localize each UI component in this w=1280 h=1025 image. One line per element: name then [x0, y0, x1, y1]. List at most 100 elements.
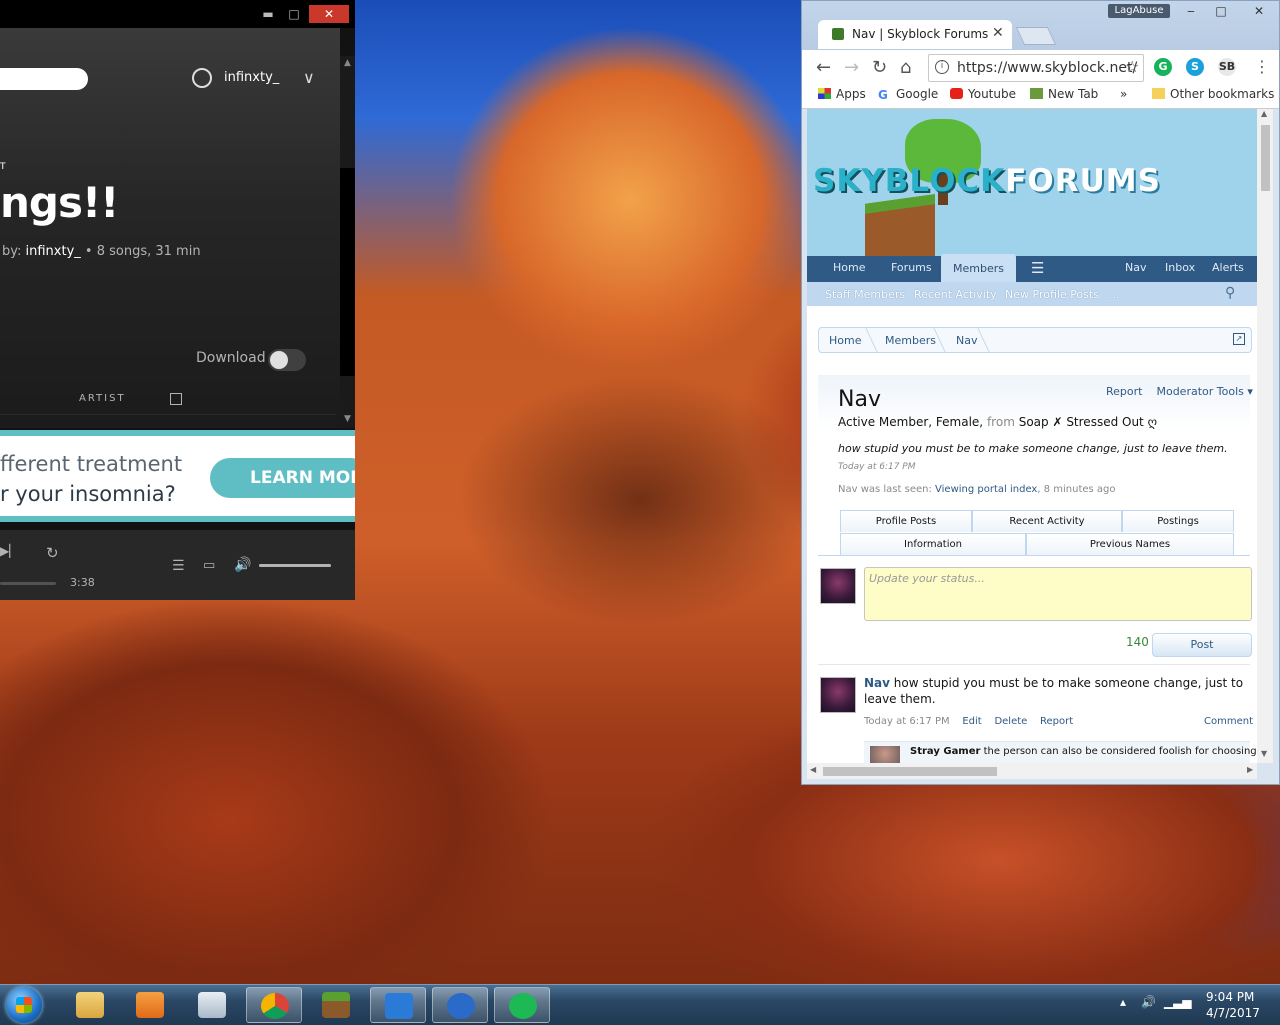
last-seen-activity[interactable]: Viewing portal index — [935, 484, 1037, 495]
download-toggle[interactable] — [268, 349, 306, 371]
nav-menu-icon[interactable]: ☰ — [1031, 256, 1044, 282]
nav-home[interactable]: Home — [833, 256, 865, 282]
scroll-down-icon[interactable]: ▼ — [340, 414, 355, 424]
tab-title[interactable]: Nav | Skyblock Forums — [852, 27, 988, 41]
new-tab-button[interactable] — [1015, 27, 1057, 45]
bookmark-google[interactable]: G Google — [878, 87, 938, 101]
bookmark-youtube[interactable]: Youtube — [950, 87, 1016, 101]
chevron-down-icon[interactable]: ▾ — [1247, 385, 1253, 398]
scroll-thumb[interactable] — [340, 168, 355, 376]
crumb-home[interactable]: Home — [829, 334, 861, 347]
crumb-members[interactable]: Members — [885, 334, 936, 347]
status-input[interactable]: Update your status... — [864, 567, 1252, 621]
taskbar-app-1[interactable] — [370, 987, 426, 1023]
sb-extension-icon[interactable]: SB — [1218, 58, 1236, 76]
devices-icon[interactable]: ▭ — [203, 558, 215, 573]
post-author[interactable]: Nav — [864, 676, 890, 690]
comment-avatar[interactable] — [870, 746, 900, 763]
volume-icon[interactable]: 🔊 — [234, 557, 251, 573]
grammarly-extension-icon[interactable]: G — [1154, 58, 1172, 76]
browser-tab[interactable]: Nav | Skyblock Forums ✕ — [818, 20, 1012, 49]
home-icon[interactable]: ⌂ — [900, 57, 911, 78]
search-input[interactable] — [0, 68, 88, 90]
close-button[interactable]: ✕ — [1246, 2, 1272, 20]
tab-postings[interactable]: Postings — [1122, 510, 1234, 532]
subnav-more[interactable]: ... — [1109, 288, 1120, 301]
horizontal-scrollbar[interactable]: ◀ ▶ — [807, 763, 1257, 779]
ad-banner[interactable]: fferent treatment r your insomnia? LEARN… — [0, 430, 355, 522]
nav-alerts[interactable]: Alerts — [1212, 256, 1244, 282]
minimize-button[interactable]: ▬ — [257, 5, 279, 23]
tab-recent-activity[interactable]: Recent Activity — [972, 510, 1122, 532]
system-tray[interactable]: ▴ 🔊 ▁▃▅ — [1120, 995, 1192, 1009]
subnav-new-profile-posts[interactable]: New Profile Posts — [1005, 288, 1099, 301]
taskbar-app-2[interactable] — [432, 987, 488, 1023]
bookmark-apps[interactable]: Apps — [818, 87, 866, 101]
nav-forums[interactable]: Forums — [891, 256, 932, 282]
popout-icon[interactable]: ↗ — [1233, 333, 1245, 345]
learn-more-button[interactable]: LEARN MORE — [210, 458, 355, 498]
bookmark-other[interactable]: Other bookmarks — [1152, 87, 1274, 101]
tab-profile-posts[interactable]: Profile Posts — [840, 510, 972, 532]
subnav-recent-activity[interactable]: Recent Activity — [914, 288, 997, 301]
forum-logo[interactable]: SKYBLOCKFORUMS — [813, 163, 1161, 199]
scroll-right-icon[interactable]: ▶ — [1247, 765, 1253, 774]
user-icon[interactable] — [192, 68, 212, 88]
scroll-thumb[interactable] — [1261, 125, 1270, 191]
scroll-left-icon[interactable]: ◀ — [810, 765, 816, 774]
scroll-up-icon[interactable]: ▲ — [340, 58, 355, 68]
delete-link[interactable]: Delete — [994, 716, 1027, 727]
taskbar-spotify[interactable] — [494, 987, 550, 1023]
repeat-icon[interactable]: ↻ — [46, 544, 59, 562]
avatar[interactable] — [820, 568, 856, 604]
taskbar-calculator[interactable] — [184, 987, 240, 1023]
back-icon[interactable]: ← — [816, 57, 831, 78]
nav-members[interactable]: Members — [941, 254, 1016, 282]
volume-slider[interactable] — [259, 564, 331, 567]
maximize-button[interactable]: □ — [283, 5, 305, 23]
scrollbar[interactable]: ▲ ▼ — [340, 56, 355, 428]
bookmark-newtab[interactable]: New Tab — [1030, 87, 1098, 101]
queue-icon[interactable]: ☰ — [172, 558, 185, 574]
spotify-titlebar[interactable]: ▬ □ ✕ — [0, 0, 355, 28]
spotify-window[interactable]: ▬ □ ✕ infinxty_ ∨ T ngs!! by: infinxty_ … — [0, 0, 355, 600]
artist-column-header[interactable]: ARTIST — [79, 393, 126, 404]
owner-link[interactable]: infinxty_ — [26, 244, 81, 259]
close-tab-icon[interactable]: ✕ — [992, 25, 1004, 41]
username-label[interactable]: infinxty_ — [224, 70, 279, 85]
message-avatar[interactable] — [820, 677, 856, 713]
comment-author[interactable]: Stray Gamer — [910, 746, 980, 757]
report-link[interactable]: Report — [1040, 716, 1073, 727]
taskbar-minecraft[interactable] — [308, 987, 364, 1023]
clock-date[interactable]: 4/7/2017 — [1206, 1006, 1260, 1020]
scroll-down-icon[interactable]: ▼ — [1261, 749, 1267, 758]
comment-link[interactable]: Comment — [1204, 716, 1253, 727]
forward-icon[interactable]: → — [844, 57, 859, 78]
info-icon[interactable]: i — [935, 60, 949, 74]
minimize-button[interactable]: ‒ — [1178, 2, 1204, 20]
profile-badge[interactable]: LagAbuse — [1108, 4, 1170, 18]
reload-icon[interactable]: ↻ — [872, 57, 887, 78]
skype-extension-icon[interactable]: S — [1186, 58, 1204, 76]
scroll-up-icon[interactable]: ▲ — [1261, 109, 1267, 118]
maximize-button[interactable]: □ — [1208, 2, 1234, 20]
moderator-tools-link[interactable]: Moderator Tools — [1156, 385, 1243, 398]
star-icon[interactable]: ☆ — [1125, 57, 1139, 76]
chrome-titlebar[interactable]: LagAbuse ‒ □ ✕ Nav | Skyblock Forums ✕ — [802, 1, 1279, 51]
menu-icon[interactable]: ⋮ — [1254, 57, 1270, 76]
taskbar-media-player[interactable] — [122, 987, 178, 1023]
nav-user[interactable]: Nav — [1125, 256, 1146, 282]
close-button[interactable]: ✕ — [309, 5, 349, 23]
calendar-icon[interactable] — [170, 393, 182, 405]
chrome-window[interactable]: LagAbuse ‒ □ ✕ Nav | Skyblock Forums ✕ ←… — [801, 0, 1280, 785]
search-icon[interactable]: ⚲ — [1225, 285, 1235, 301]
post-button[interactable]: Post — [1152, 633, 1252, 657]
next-icon[interactable]: ▶▏ — [0, 544, 18, 558]
bookmarks-overflow[interactable]: » — [1120, 87, 1127, 101]
scroll-thumb[interactable] — [823, 767, 997, 776]
progress-bar[interactable] — [0, 582, 56, 585]
chevron-down-icon[interactable]: ∨ — [303, 68, 315, 87]
tab-previous-names[interactable]: Previous Names — [1026, 533, 1234, 555]
subnav-staff-members[interactable]: Staff Members — [825, 288, 905, 301]
nav-inbox[interactable]: Inbox — [1165, 256, 1195, 282]
